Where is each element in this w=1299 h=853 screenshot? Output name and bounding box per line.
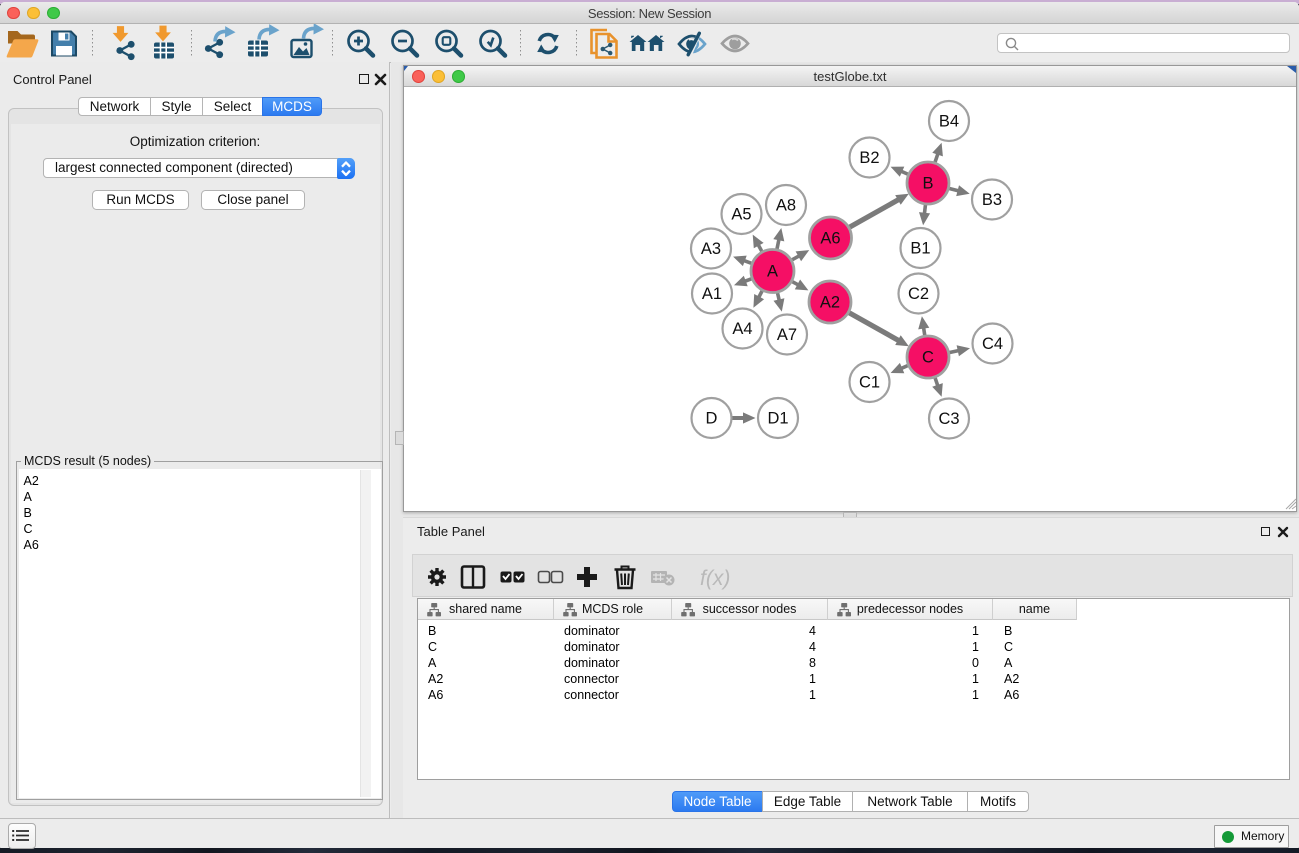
svg-text:A1: A1 <box>702 285 722 303</box>
svg-text:B1: B1 <box>910 240 930 258</box>
svg-text:C: C <box>922 349 934 367</box>
svg-text:D1: D1 <box>767 410 788 428</box>
svg-text:A: A <box>767 263 778 281</box>
svg-text:A7: A7 <box>777 326 797 344</box>
svg-text:A8: A8 <box>776 197 796 215</box>
svg-text:A2: A2 <box>820 294 840 312</box>
svg-text:C3: C3 <box>938 410 959 428</box>
svg-text:B4: B4 <box>939 113 959 131</box>
svg-text:C1: C1 <box>859 374 880 392</box>
svg-text:C4: C4 <box>982 335 1003 353</box>
svg-text:A4: A4 <box>732 320 752 338</box>
svg-text:C2: C2 <box>908 285 929 303</box>
svg-text:A3: A3 <box>701 240 721 258</box>
svg-text:B2: B2 <box>859 149 879 167</box>
svg-text:A6: A6 <box>820 230 840 248</box>
svg-text:A5: A5 <box>731 206 751 224</box>
svg-text:f(x): f(x) <box>700 567 730 590</box>
svg-text:B: B <box>922 175 933 193</box>
svg-text:D: D <box>706 410 718 428</box>
svg-text:B3: B3 <box>982 191 1002 209</box>
